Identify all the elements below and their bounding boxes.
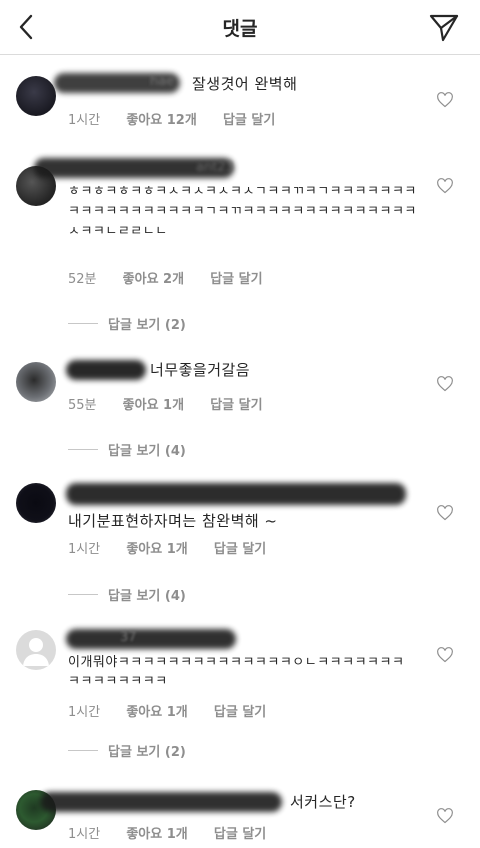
comment-item: 내기분표현하자며는 참완벽해 ~ 1시간 좋아요 1개 답글 달기 답글 보기 … [0, 475, 480, 605]
username-partial[interactable]: ant23 [196, 160, 234, 175]
view-replies-button[interactable]: 답글 보기 (4) [68, 585, 186, 604]
likes-count[interactable]: 좋아요 1개 [123, 398, 184, 413]
view-replies-label[interactable]: 답글 보기 (2) [108, 741, 186, 760]
username-partial[interactable]: 37 [120, 630, 137, 645]
reply-button[interactable]: 답글 달기 [223, 113, 275, 128]
comment-item: 서커스단? 1시간 좋아요 1개 답글 달기 [0, 780, 480, 848]
person-silhouette-icon [23, 638, 49, 666]
comment-text: 너무좋을거갈음 [150, 361, 251, 379]
comment-meta: 1시간 좋아요 1개 답글 달기 [68, 823, 288, 842]
comment-item: ant23 ㅎㅋㅎㅋㅎㅋㅎㅋㅅㅋㅅㅋㅅㅋㅅㄱㅋㅋㄲㅋㄱㅋㅋㅋㅋㅋㅋㅋㅋㅋㅋㅋㅋㅋ… [0, 150, 480, 340]
top-bar: 댓글 [0, 0, 480, 55]
avatar[interactable] [16, 76, 56, 116]
comment-time: 1시간 [68, 705, 101, 720]
comment-time: 1시간 [68, 542, 101, 557]
view-replies-button[interactable]: 답글 보기 (4) [68, 440, 186, 459]
divider-line [68, 323, 98, 324]
heart-outline-icon[interactable] [436, 808, 454, 824]
view-replies-label[interactable]: 답글 보기 (4) [108, 440, 186, 459]
reply-button[interactable]: 답글 달기 [214, 542, 266, 557]
reply-button[interactable]: 답글 달기 [210, 272, 262, 287]
comment-meta: 1시간 좋아요 12개 답글 달기 [68, 109, 297, 128]
direct-send-icon[interactable] [428, 11, 460, 43]
comment-time: 52분 [68, 272, 97, 287]
comment-meta: 55분 좋아요 1개 답글 달기 [68, 394, 285, 413]
comment-text: 잘생겻어 완벽해 [192, 75, 298, 93]
divider-line [68, 750, 98, 751]
username-redacted[interactable] [66, 483, 406, 505]
comment-meta: 1시간 좋아요 1개 답글 달기 [68, 701, 288, 720]
comment-item: 너무좋을거갈음 55분 좋아요 1개 답글 달기 답글 보기 (4) [0, 350, 480, 460]
view-replies-button[interactable]: 답글 보기 (2) [68, 741, 186, 760]
comment-text: 내기분표현하자며는 참완벽해 ~ [68, 512, 278, 530]
divider-line [68, 449, 98, 450]
username-partial[interactable]: hae [150, 74, 174, 89]
comment-text: 서커스단? [290, 793, 356, 811]
heart-outline-icon[interactable] [436, 92, 454, 108]
likes-count[interactable]: 좋아요 1개 [126, 542, 187, 557]
comment-meta: 52분 좋아요 2개 답글 달기 [68, 268, 285, 287]
likes-count[interactable]: 좋아요 1개 [126, 705, 187, 720]
username-redacted[interactable] [66, 629, 236, 649]
comment-item: hae 잘생겻어 완벽해 1시간 좋아요 12개 답글 달기 [0, 60, 480, 140]
heart-outline-icon[interactable] [436, 376, 454, 392]
reply-button[interactable]: 답글 달기 [214, 827, 266, 842]
view-replies-label[interactable]: 답글 보기 (2) [108, 314, 186, 333]
username-redacted[interactable] [40, 792, 282, 812]
heart-outline-icon[interactable] [436, 178, 454, 194]
avatar[interactable] [16, 483, 56, 523]
comment-time: 1시간 [68, 827, 101, 842]
reply-button[interactable]: 답글 달기 [210, 398, 262, 413]
heart-outline-icon[interactable] [436, 505, 454, 521]
comment-item: 37 이개뭐야ㅋㅋㅋㅋㅋㅋㅋㅋㅋㅋㅋㅋㅋㅋㅇㄴㅋㅋㅋㅋㅋㅋㅋㅋㅋㅋㅋㅋㅋㅋㅋ 1… [0, 620, 480, 760]
page-title: 댓글 [222, 18, 258, 40]
comment-time: 55분 [68, 398, 97, 413]
view-replies-button[interactable]: 답글 보기 (2) [68, 314, 186, 333]
likes-count[interactable]: 좋아요 2개 [123, 272, 184, 287]
comment-time: 1시간 [68, 113, 101, 128]
comment-text: ㅎㅋㅎㅋㅎㅋㅎㅋㅅㅋㅅㅋㅅㅋㅅㄱㅋㅋㄲㅋㄱㅋㅋㅋㅋㅋㅋㅋㅋㅋㅋㅋㅋㅋㅋㅋㅋㅋㅋㄱ… [68, 184, 417, 239]
comment-meta: 1시간 좋아요 1개 답글 달기 [68, 538, 288, 557]
view-replies-label[interactable]: 답글 보기 (4) [108, 585, 186, 604]
username-redacted[interactable] [66, 360, 146, 380]
default-avatar-icon[interactable] [16, 630, 56, 670]
reply-button[interactable]: 답글 달기 [214, 705, 266, 720]
avatar[interactable] [16, 362, 56, 402]
comment-text: 이개뭐야ㅋㅋㅋㅋㅋㅋㅋㅋㅋㅋㅋㅋㅋㅋㅇㄴㅋㅋㅋㅋㅋㅋㅋㅋㅋㅋㅋㅋㅋㅋㅋ [68, 655, 405, 689]
likes-count[interactable]: 좋아요 12개 [126, 113, 196, 128]
divider-line [68, 594, 98, 595]
likes-count[interactable]: 좋아요 1개 [126, 827, 187, 842]
heart-outline-icon[interactable] [436, 647, 454, 663]
